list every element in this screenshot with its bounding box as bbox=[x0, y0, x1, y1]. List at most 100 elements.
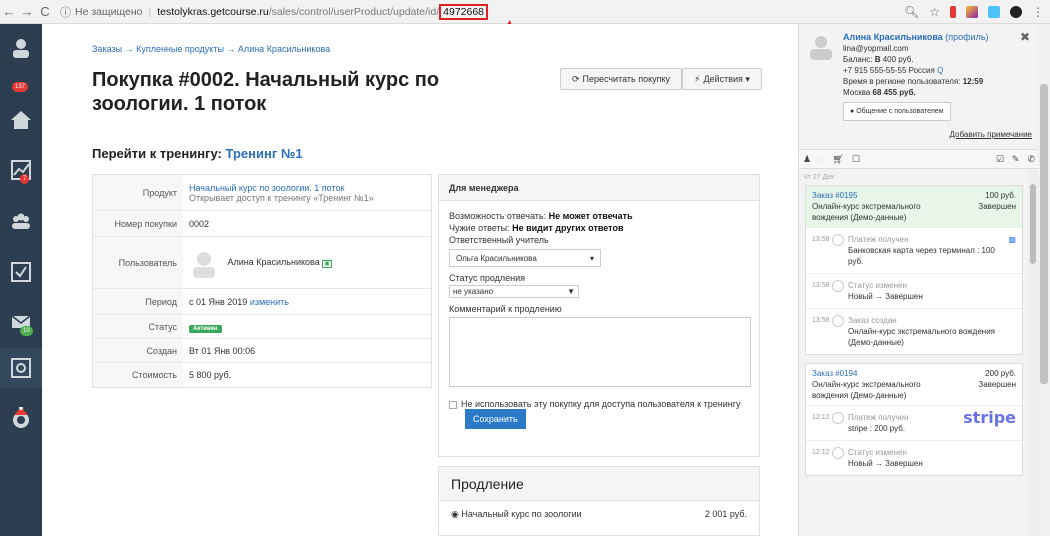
event-body: Банковская карта через терминал : 100 ру… bbox=[848, 246, 995, 266]
order-card-head: Заказ #0195 Онлайн-курс экстремального в… bbox=[806, 186, 1022, 227]
app-extension-icon[interactable] bbox=[988, 6, 1000, 18]
page-scroll-thumb[interactable] bbox=[1040, 84, 1048, 384]
balance-label: Баланс: bbox=[843, 55, 873, 64]
no-access-checkbox-text: Не использовать эту покупку для доступа … bbox=[461, 399, 741, 409]
renew-panel-title: Продление bbox=[439, 467, 759, 501]
info-value: 5 800 руб. bbox=[189, 370, 232, 380]
phone-text: +7 915 555-55-55 Россия bbox=[843, 66, 935, 75]
left-sidebar: 137 7 10 bbox=[0, 24, 42, 536]
info-row-product: Продукт Начальный курс по зоологии. 1 по… bbox=[93, 175, 431, 211]
sidebar-item-mail[interactable]: 10 bbox=[0, 302, 42, 342]
side-panel-tabs: ♟ ◌ 🛒︎ ☐ ☑ ✎ ✆ bbox=[799, 149, 1039, 169]
add-note-link[interactable]: Добавить примечание bbox=[950, 130, 1032, 139]
stripe-logo: stripe bbox=[963, 408, 1016, 427]
tab-phone-icon[interactable]: ✆ bbox=[1027, 154, 1035, 165]
extension-icon[interactable] bbox=[950, 6, 956, 18]
zoom-icon[interactable]: 🔍︎ bbox=[904, 5, 919, 19]
goto-label: Перейти к тренингу: bbox=[92, 146, 222, 161]
page-scrollbar[interactable] bbox=[1038, 24, 1050, 536]
back-icon[interactable]: ← bbox=[0, 4, 18, 19]
feed-date: Чт 27 Дек bbox=[803, 174, 835, 181]
info-value: Алина Красильникова ▣ bbox=[183, 248, 431, 278]
order-title[interactable]: Заказ #0195 bbox=[812, 190, 922, 201]
side-panel-scrollbar[interactable] bbox=[1028, 170, 1038, 536]
sidebar-item-sales[interactable] bbox=[0, 348, 42, 388]
save-button[interactable]: Сохранить bbox=[465, 409, 526, 429]
actions-button-label: Действия ▾ bbox=[703, 73, 750, 84]
broken-image-icon: ▩ bbox=[1008, 235, 1016, 244]
others-value: Не видит других ответов bbox=[512, 223, 624, 233]
info-key: Период bbox=[93, 289, 183, 314]
user-email: lina@yopmail.com bbox=[843, 44, 909, 53]
info-key: Создан bbox=[93, 339, 183, 362]
info-icon[interactable]: ⓘ bbox=[60, 4, 71, 20]
comment-textarea[interactable] bbox=[449, 317, 751, 387]
breadcrumb[interactable]: Заказы → Купленные продукты → Алина Крас… bbox=[92, 44, 330, 54]
address-bar[interactable]: ⓘ Не защищено | testolykras.getcourse.ru… bbox=[60, 0, 489, 24]
search-icon[interactable]: Q bbox=[937, 66, 943, 75]
period-change-link[interactable]: изменить bbox=[250, 297, 289, 307]
actions-button[interactable]: ⚡ Действия ▾ bbox=[682, 68, 762, 90]
event-body: Новый → Завершен bbox=[848, 292, 923, 301]
event-body: Новый → Завершен bbox=[848, 459, 923, 468]
tab-cart-icon[interactable]: 🛒︎ bbox=[832, 154, 843, 165]
person-icon bbox=[832, 280, 844, 292]
order-title[interactable]: Заказ #0194 bbox=[812, 368, 922, 379]
user-name[interactable]: Алина Красильникова bbox=[228, 257, 320, 267]
event-body: stripe : 200 руб. bbox=[848, 424, 906, 433]
recalc-button[interactable]: ⟳ Пересчитать покупку bbox=[560, 68, 682, 90]
user-name-link[interactable]: Алина Красильникова bbox=[843, 32, 943, 42]
others-label: Чужие ответы: bbox=[449, 223, 510, 233]
goto-training-link[interactable]: Тренинг №1 bbox=[226, 146, 303, 161]
tab-user-icon[interactable]: ♟ bbox=[803, 154, 811, 165]
feed-event: 12:12 Платеж получен stripe : 200 руб. s… bbox=[806, 405, 1022, 440]
sidebar-item-users[interactable] bbox=[0, 202, 42, 242]
tab-tasks-icon[interactable]: ☑ bbox=[996, 154, 1004, 165]
sidebar-item-home[interactable] bbox=[0, 100, 42, 140]
sidebar-item-tasks[interactable] bbox=[0, 252, 42, 292]
sidebar-item-stats[interactable]: 7 bbox=[0, 150, 42, 190]
renew-status-select[interactable]: не указано ▼ bbox=[449, 285, 579, 298]
side-panel-scroll-thumb[interactable] bbox=[1030, 184, 1036, 264]
order-card-head: Заказ #0194 Онлайн-курс экстремального в… bbox=[806, 364, 1022, 405]
order-card-left: Заказ #0194 Онлайн-курс экстремального в… bbox=[812, 368, 922, 401]
menu-icon[interactable]: ⋮ bbox=[1032, 5, 1044, 19]
tab-notes-icon[interactable]: ☐ bbox=[852, 154, 860, 165]
chat-button-label: Общение с пользователем bbox=[856, 108, 944, 115]
activity-feed: Чт 27 Дек Заказ #0195 Онлайн-курс экстре… bbox=[799, 170, 1029, 536]
renew-option[interactable]: ◉ Начальный курс по зоологии 2 001 руб. bbox=[439, 501, 759, 528]
manager-panel-title: Для менеджера bbox=[439, 175, 759, 201]
order-card[interactable]: Заказ #0195 Онлайн-курс экстремального в… bbox=[805, 185, 1023, 355]
bonus-icon: B bbox=[874, 55, 881, 64]
tab-edit-icon[interactable]: ✎ bbox=[1012, 154, 1020, 165]
star-icon[interactable]: ☆ bbox=[929, 5, 940, 19]
pen-extension-icon[interactable] bbox=[966, 6, 978, 18]
sidebar-item-getcourse[interactable] bbox=[0, 398, 42, 438]
tab-history-icon[interactable]: ◌ bbox=[819, 154, 824, 164]
status-badge: Активен bbox=[189, 324, 222, 333]
recalc-button-label: Пересчитать покупку bbox=[582, 74, 671, 84]
reload-icon[interactable]: C bbox=[36, 4, 54, 19]
no-access-checkbox[interactable] bbox=[449, 401, 457, 409]
event-time: 13:56 bbox=[812, 317, 830, 324]
profile-avatar-icon[interactable] bbox=[1010, 6, 1022, 18]
order-card-right: 100 руб. Завершен bbox=[978, 190, 1016, 223]
santa-logo-icon bbox=[13, 407, 29, 428]
teacher-select[interactable]: Ольга Красильникова ▾ bbox=[449, 249, 601, 267]
forward-icon[interactable]: → bbox=[18, 4, 36, 19]
url-path: /sales/control/userProduct/update/id/ bbox=[268, 5, 440, 18]
sidebar-item-profile[interactable] bbox=[0, 28, 42, 68]
user-card-icon[interactable]: ▣ bbox=[322, 259, 332, 268]
chat-button[interactable]: ● Общение с пользователем bbox=[843, 102, 951, 121]
renew-option-name: Начальный курс по зоологии bbox=[461, 509, 582, 519]
home-icon bbox=[11, 111, 31, 129]
user-name-row: Алина Красильникова (профиль) bbox=[843, 32, 1028, 43]
order-card[interactable]: Заказ #0194 Онлайн-курс экстремального в… bbox=[805, 363, 1023, 476]
event-title: Заказ создан bbox=[848, 316, 897, 325]
event-time: 13:58 bbox=[812, 282, 830, 289]
product-link[interactable]: Начальный курс по зоологии. 1 поток bbox=[189, 183, 425, 193]
mail-badge: 10 bbox=[20, 326, 33, 336]
info-key: Статус bbox=[93, 315, 183, 338]
chat-icon: ● bbox=[850, 108, 855, 115]
profile-link[interactable]: (профиль) bbox=[945, 32, 988, 42]
